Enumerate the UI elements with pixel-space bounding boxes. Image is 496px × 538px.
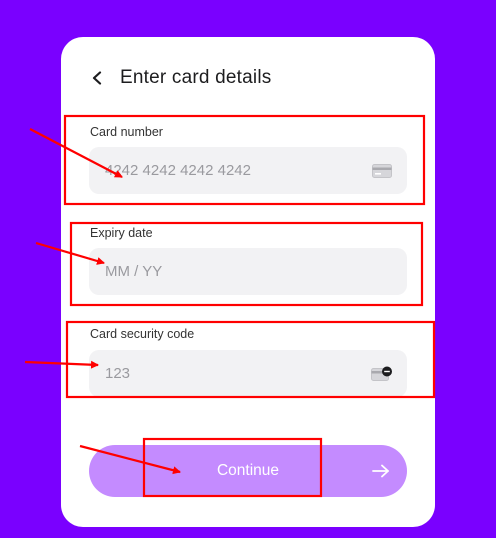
continue-button[interactable]: Continue <box>89 445 407 497</box>
arrow-right-icon <box>371 463 391 479</box>
expiry-date-label: Expiry date <box>90 226 153 240</box>
security-code-field[interactable] <box>89 350 407 397</box>
chevron-left-icon[interactable] <box>88 69 106 87</box>
page-title: Enter card details <box>120 67 272 88</box>
card-number-field[interactable] <box>89 147 407 194</box>
header: Enter card details <box>88 64 271 92</box>
card-number-input[interactable] <box>105 162 371 179</box>
expiry-date-input[interactable] <box>105 263 393 280</box>
card-details-panel: Enter card details Card number Expiry da… <box>61 37 435 527</box>
security-code-label: Card security code <box>90 327 195 341</box>
credit-card-icon <box>371 163 393 179</box>
security-code-input[interactable] <box>105 365 371 382</box>
expiry-date-field[interactable] <box>89 248 407 295</box>
continue-button-label: Continue <box>216 462 280 479</box>
card-cvc-icon <box>371 366 393 382</box>
card-number-label: Card number <box>90 125 163 139</box>
